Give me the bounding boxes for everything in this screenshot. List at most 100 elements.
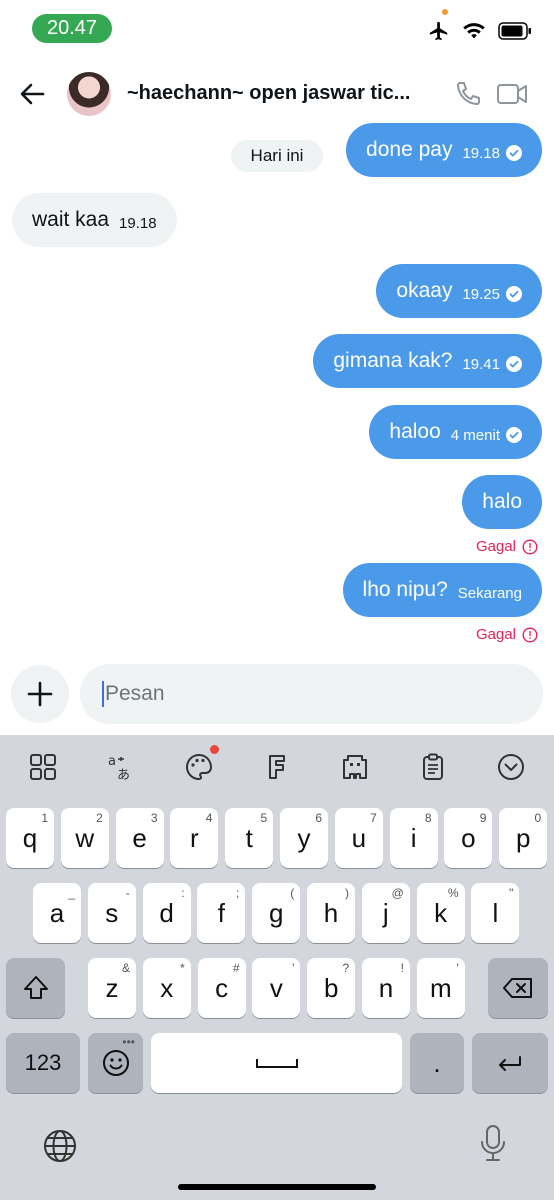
key-hint: 6 [315, 811, 322, 825]
date-separator: Hari ini [231, 140, 323, 172]
key-c[interactable]: c # [197, 958, 246, 1018]
key-i[interactable]: i8 [389, 808, 438, 868]
key-label: a [49, 897, 65, 928]
key-hint: & [121, 961, 130, 975]
key-label: q [22, 822, 38, 853]
numbers-key[interactable]: 123 [6, 1033, 80, 1093]
key-hint: ' [456, 961, 459, 975]
backspace-key[interactable] [488, 958, 548, 1018]
emoji-key[interactable]: ••• [88, 1033, 143, 1093]
shift-key[interactable] [6, 958, 65, 1018]
key-hint: ' [292, 961, 295, 975]
key-hint: - [125, 886, 130, 900]
key-o[interactable]: o9 [444, 808, 493, 868]
key-q[interactable]: q1 [6, 808, 54, 868]
phone-call-icon[interactable] [454, 80, 482, 108]
key-h[interactable]: h) [307, 883, 355, 943]
key-r[interactable]: r4 [170, 808, 219, 868]
key-label: u [351, 822, 367, 853]
key-e[interactable]: e3 [115, 808, 164, 868]
message-bubble-outgoing[interactable]: haloo 4 menit [369, 405, 542, 459]
key-label: f [217, 897, 225, 928]
return-icon [499, 1056, 521, 1071]
chat-title[interactable]: ~haechann~ open jaswar tic... [127, 82, 432, 105]
key-f[interactable]: f; [197, 883, 246, 943]
failed-status[interactable]: Gagal [476, 626, 538, 643]
key-t[interactable]: t5 [225, 808, 274, 868]
emoji-icon [102, 1050, 129, 1076]
key-label: m [429, 972, 452, 1003]
key-y[interactable]: y6 [280, 808, 328, 868]
key-hint: # [232, 961, 240, 975]
message-bubble-outgoing[interactable]: okaay 19.25 [376, 264, 542, 318]
key-m[interactable]: m ' [416, 958, 465, 1018]
message-bubble-outgoing[interactable]: lho nipu? Sekarang [342, 563, 542, 617]
apps-grid-icon[interactable] [28, 752, 58, 782]
key-label: v [269, 972, 283, 1003]
failed-status[interactable]: Gagal [476, 538, 538, 555]
key-z[interactable]: z & [88, 958, 136, 1018]
key-label: w [75, 822, 95, 853]
battery-icon [498, 22, 531, 40]
message-bubble-outgoing[interactable]: done pay 19.18 [346, 123, 542, 177]
key-a[interactable]: a _ [33, 883, 81, 943]
message-bubble-incoming[interactable]: wait kaa 19.18 [12, 193, 177, 247]
key-hint: : [181, 886, 185, 900]
key-n[interactable]: n! [362, 958, 410, 1018]
message-input[interactable]: Pesan [80, 664, 543, 724]
return-key[interactable] [472, 1033, 548, 1093]
key-x[interactable]: x * [142, 958, 191, 1018]
message-bubble-outgoing[interactable]: halo [462, 475, 542, 529]
font-style-icon[interactable] [262, 752, 292, 782]
period-key[interactable]: . [410, 1033, 464, 1093]
key-hint: % [447, 886, 459, 900]
key-hint: @ [391, 886, 404, 900]
sent-check-icon [506, 286, 522, 302]
video-call-icon[interactable] [496, 80, 528, 108]
theme-palette-icon[interactable] [184, 752, 214, 782]
key-label: z [105, 972, 119, 1003]
key-label: r [190, 822, 199, 853]
message-bubble-outgoing[interactable]: gimana kak? 19.41 [313, 334, 542, 388]
key-l[interactable]: l " [471, 883, 520, 943]
privacy-indicator-dot [442, 9, 448, 15]
pixel-sticker-icon[interactable] [340, 752, 370, 782]
key-j[interactable]: j @ [361, 883, 410, 943]
chat-header: ~haechann~ open jaswar tic... [0, 62, 554, 126]
shift-icon [23, 976, 48, 999]
key-g[interactable]: g( [252, 883, 301, 943]
message-text: wait kaa [32, 208, 110, 231]
key-label: l [492, 897, 499, 928]
key-hint: 0 [534, 811, 542, 825]
key-v[interactable]: v ' [252, 958, 301, 1018]
key-label: t [245, 822, 253, 853]
svg-text:a: a [108, 754, 116, 769]
key-u[interactable]: u7 [334, 808, 383, 868]
key-k[interactable]: k% [416, 883, 465, 943]
key-s[interactable]: s- [87, 883, 136, 943]
key-hint: ( [290, 886, 295, 900]
key-label: p [515, 822, 531, 853]
translate-icon[interactable]: aあ [106, 752, 136, 782]
globe-icon[interactable] [42, 1128, 78, 1164]
space-key[interactable] [151, 1033, 402, 1093]
back-arrow-icon[interactable] [18, 80, 46, 108]
home-indicator [178, 1184, 376, 1190]
key-p[interactable]: p0 [499, 808, 548, 868]
microphone-icon[interactable] [480, 1124, 506, 1164]
svg-text:あ: あ [117, 768, 130, 782]
clipboard-icon[interactable] [418, 752, 448, 782]
key-label: k [434, 897, 448, 928]
key-hint: * [180, 961, 185, 975]
key-label: n [378, 972, 394, 1003]
key-b[interactable]: b? [307, 958, 356, 1018]
key-w[interactable]: w2 [60, 808, 109, 868]
message-text: haloo [389, 420, 441, 443]
key-d[interactable]: d: [142, 883, 191, 943]
message-text: okaay [396, 279, 453, 302]
key-hint: 8 [424, 811, 432, 825]
collapse-keyboard-icon[interactable] [496, 752, 526, 782]
add-attachment-button[interactable] [11, 665, 69, 723]
message-time: 19.18 [462, 144, 500, 162]
avatar[interactable] [67, 72, 111, 116]
